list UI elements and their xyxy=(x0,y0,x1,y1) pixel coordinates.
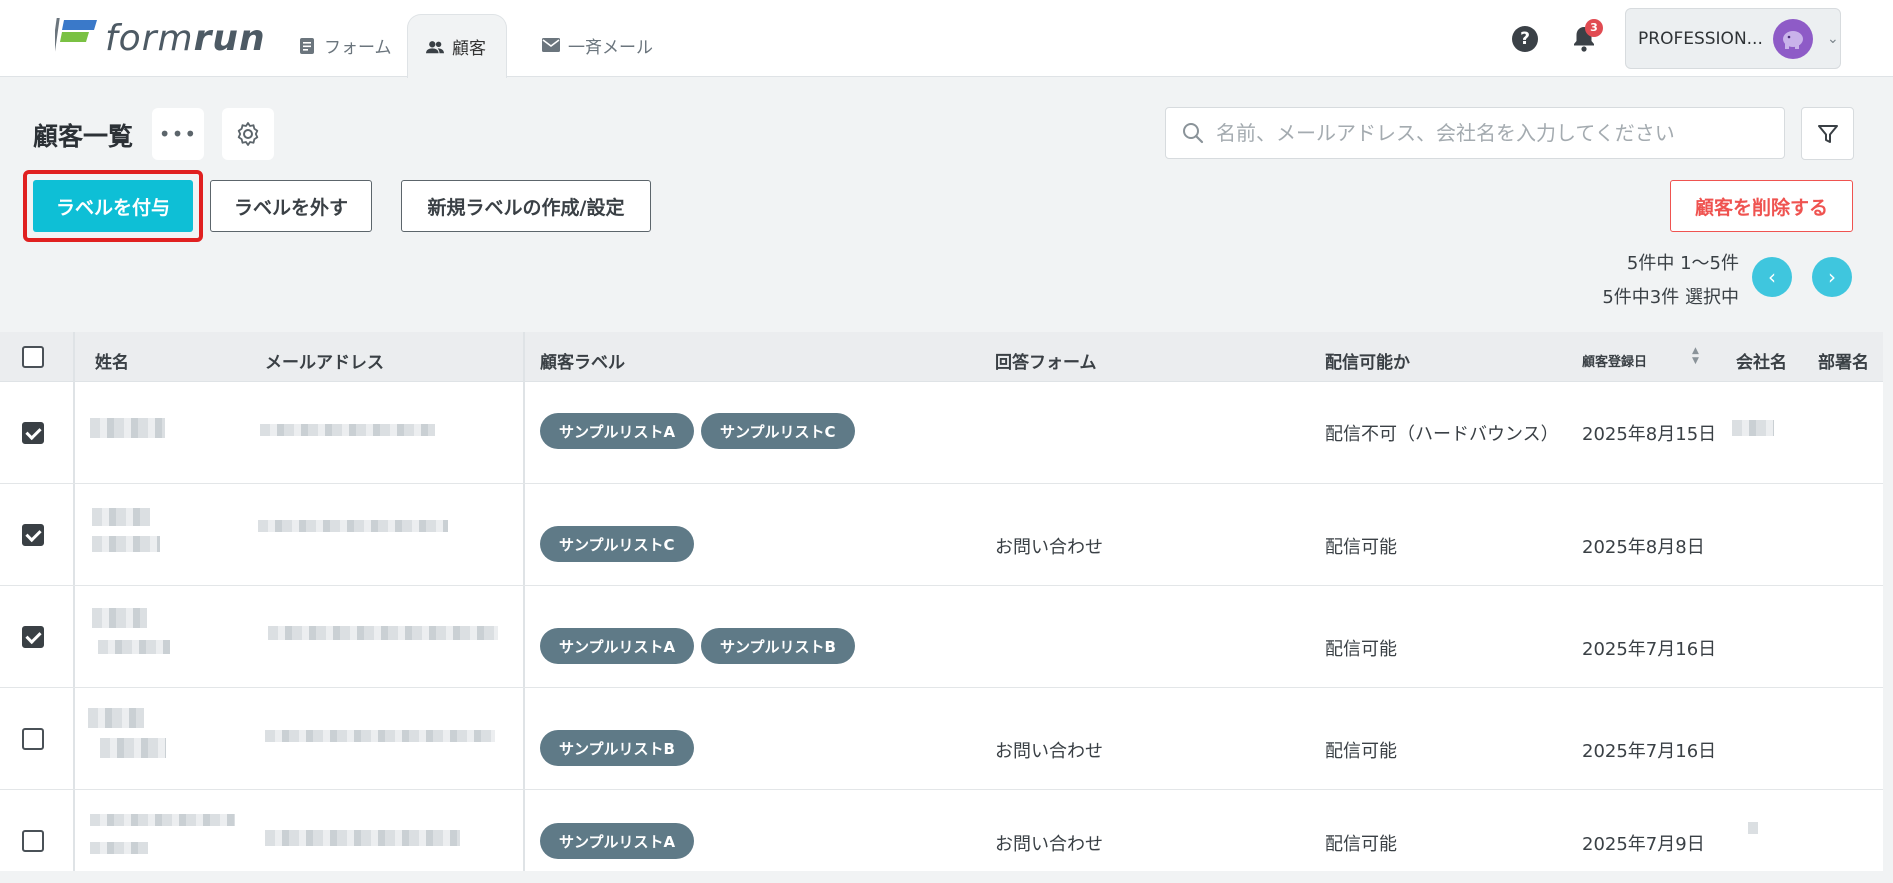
label-chip[interactable]: サンプルリストC xyxy=(540,526,694,562)
registered-date: 2025年8月8日 xyxy=(1582,537,1705,558)
deliverable-status: 配信可能 xyxy=(1325,834,1397,855)
tab-bulk-mail-label: 一斉メール xyxy=(568,38,653,58)
label-chip[interactable]: サンプルリストA xyxy=(540,413,695,449)
remove-label-button[interactable]: ラベルを外す xyxy=(210,180,372,232)
name-redacted xyxy=(90,814,235,826)
search-input[interactable] xyxy=(1216,121,1784,145)
avatar xyxy=(1773,18,1813,59)
tab-form[interactable]: フォーム xyxy=(280,14,410,77)
label-chip[interactable]: サンプルリストB xyxy=(540,730,694,766)
select-all-checkbox[interactable] xyxy=(22,346,44,368)
name-redacted xyxy=(98,640,170,654)
new-label-button[interactable]: 新規ラベルの作成/設定 xyxy=(401,180,651,232)
delete-customer-button[interactable]: 顧客を削除する xyxy=(1670,180,1853,232)
chevron-down-icon: ⌄ xyxy=(1827,30,1839,47)
logo-text: formrun xyxy=(105,18,266,59)
row-checkbox[interactable] xyxy=(22,524,44,546)
deliverable-status: 配信可能 xyxy=(1325,639,1397,660)
flag-logo-icon xyxy=(55,18,97,58)
top-navbar: formrun フォーム 顧客 一斉メール ? 3 PROFESSION... … xyxy=(0,0,1893,78)
tab-customers-label: 顧客 xyxy=(452,39,486,59)
label-chip[interactable]: サンプルリストB xyxy=(701,628,855,664)
row-checkbox[interactable] xyxy=(22,626,44,648)
table-row[interactable]: サンプルリストA サンプルリストB 配信可能 2025年7月16日 xyxy=(0,586,1883,688)
tab-customers[interactable]: 顧客 xyxy=(407,14,507,78)
selected-count: 5件中3件 選択中 xyxy=(1602,287,1739,308)
elephant-avatar-icon xyxy=(1783,30,1803,49)
registered-date: 2025年8月15日 xyxy=(1582,424,1717,445)
filter-icon xyxy=(1817,124,1838,143)
mail-icon xyxy=(542,37,560,55)
more-options-button[interactable]: ••• xyxy=(152,108,204,160)
registered-date: 2025年7月16日 xyxy=(1582,741,1717,762)
name-redacted xyxy=(92,536,160,552)
name-redacted xyxy=(92,608,147,628)
row-checkbox[interactable] xyxy=(22,728,44,750)
name-redacted xyxy=(88,708,144,728)
deliverable-status: 配信可能 xyxy=(1325,537,1397,558)
email-redacted xyxy=(260,424,435,436)
formrun-logo[interactable]: formrun xyxy=(55,16,265,60)
search-icon xyxy=(1183,123,1204,144)
plan-name: PROFESSION... xyxy=(1638,28,1763,49)
email-redacted xyxy=(258,520,448,532)
company-redacted xyxy=(1732,420,1774,436)
header-deliverable[interactable]: 配信可能か xyxy=(1325,348,1410,373)
filter-button[interactable] xyxy=(1801,107,1854,160)
company-redacted xyxy=(1748,822,1758,834)
sort-icon[interactable]: ▲ ▼ xyxy=(1692,346,1699,366)
customer-search[interactable] xyxy=(1165,107,1785,159)
form-name[interactable]: お問い合わせ xyxy=(995,533,1103,559)
row-checkbox[interactable] xyxy=(22,830,44,852)
chevron-left-icon: ‹ xyxy=(1768,265,1776,289)
next-page-button[interactable]: › xyxy=(1812,257,1852,297)
email-redacted xyxy=(268,626,498,640)
header-registered[interactable]: 顧客登録日 xyxy=(1582,351,1647,370)
header-company[interactable]: 会社名 xyxy=(1736,348,1787,373)
registered-date: 2025年7月16日 xyxy=(1582,639,1717,660)
form-name[interactable]: お問い合わせ xyxy=(995,830,1103,856)
table-row[interactable]: サンプルリストA サンプルリストC 配信不可（ハードバウンス） 2025年8月1… xyxy=(0,382,1883,484)
header-labels[interactable]: 顧客ラベル xyxy=(540,348,625,373)
tab-bulk-mail[interactable]: 一斉メール xyxy=(524,14,671,77)
page-title: 顧客一覧 xyxy=(33,122,134,151)
registered-date: 2025年7月9日 xyxy=(1582,834,1705,855)
customer-table: 姓名 メールアドレス 顧客ラベル 回答フォーム 配信可能か 顧客登録日 ▲ ▼ 会… xyxy=(0,332,1883,871)
account-menu[interactable]: PROFESSION... ⌄ xyxy=(1625,8,1841,69)
name-redacted xyxy=(92,508,150,526)
form-icon xyxy=(298,37,316,55)
prev-page-button[interactable]: ‹ xyxy=(1752,257,1792,297)
table-row[interactable]: サンプルリストC お問い合わせ 配信可能 2025年8月8日 xyxy=(0,484,1883,586)
name-redacted xyxy=(100,738,166,758)
header-form[interactable]: 回答フォーム xyxy=(995,348,1097,373)
notification-badge: 3 xyxy=(1585,19,1603,37)
help-icon[interactable]: ? xyxy=(1512,26,1538,52)
assign-label-button[interactable]: ラベルを付与 xyxy=(33,180,193,232)
table-header: 姓名 メールアドレス 顧客ラベル 回答フォーム 配信可能か 顧客登録日 ▲ ▼ 会… xyxy=(0,332,1883,382)
gear-icon xyxy=(237,122,259,146)
email-redacted xyxy=(265,830,460,846)
label-chip[interactable]: サンプルリストA xyxy=(540,628,695,664)
label-chip[interactable]: サンプルリストA xyxy=(540,823,695,859)
label-chip[interactable]: サンプルリストC xyxy=(701,413,855,449)
header-department[interactable]: 部署名 xyxy=(1818,348,1869,373)
deliverable-status: 配信可能 xyxy=(1325,741,1397,762)
people-icon xyxy=(426,38,444,56)
name-redacted xyxy=(90,418,165,438)
header-email[interactable]: メールアドレス xyxy=(265,348,384,373)
email-redacted xyxy=(265,730,495,742)
row-checkbox[interactable] xyxy=(22,422,44,444)
tab-form-label: フォーム xyxy=(324,38,392,58)
form-name[interactable]: お問い合わせ xyxy=(995,737,1103,763)
table-row[interactable]: サンプルリストA お問い合わせ 配信可能 2025年7月9日 xyxy=(0,790,1883,871)
name-redacted xyxy=(90,842,148,854)
table-row[interactable]: サンプルリストB お問い合わせ 配信可能 2025年7月16日 xyxy=(0,688,1883,790)
deliverable-status: 配信不可（ハードバウンス） xyxy=(1325,424,1559,445)
result-count: 5件中 1〜5件 xyxy=(1626,253,1739,274)
header-name[interactable]: 姓名 xyxy=(95,348,129,373)
chevron-right-icon: › xyxy=(1828,265,1836,289)
settings-button[interactable] xyxy=(222,108,274,160)
